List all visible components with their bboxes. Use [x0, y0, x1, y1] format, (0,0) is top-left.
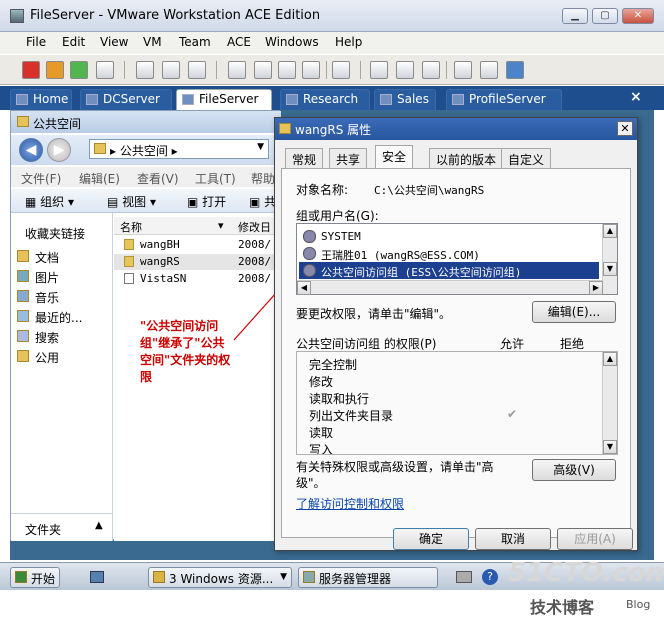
windows-logo-icon — [15, 571, 27, 583]
list-item[interactable]: 王瑞胜01 (wangRS@ESS.COM) — [299, 245, 599, 262]
show-desktop-icon[interactable] — [90, 571, 104, 583]
taskbar-item-label: 服务器管理器 — [319, 572, 392, 586]
object-name-value: C:\公共空间\wangRS — [374, 184, 485, 197]
scroll-down-icon[interactable]: ▼ — [603, 262, 617, 276]
permissions-scrollbar[interactable]: ▲ ▼ — [602, 352, 617, 454]
group-list-scrollbar[interactable]: ▲ ▼ — [602, 224, 617, 294]
allow-header: 允许 — [500, 337, 525, 351]
start-button[interactable]: 开始 — [10, 567, 60, 588]
checkmark-icon: ✔ — [507, 407, 518, 421]
advanced-button[interactable]: 高级(V) — [532, 459, 616, 481]
properties-dialog: wangRS 属性 ✕ 常规 共享 安全 以前的版本 自定义 对象名称: C:\… — [274, 117, 638, 551]
dialog-close-button[interactable]: ✕ — [617, 121, 633, 136]
ok-button[interactable]: 确定 — [393, 528, 469, 550]
user-group-icon — [303, 264, 316, 277]
list-item[interactable]: SYSTEM — [299, 228, 599, 245]
scroll-up-icon[interactable]: ▲ — [603, 224, 617, 238]
folder-icon — [279, 123, 291, 134]
keyboard-icon[interactable] — [456, 571, 472, 583]
advanced-hint: 有关特殊权限或高级设置，请单击"高级"。 — [296, 460, 494, 490]
deny-header: 拒绝 — [560, 337, 585, 351]
dialog-title: wangRS 属性 — [295, 123, 372, 137]
help-icon[interactable]: ? — [482, 569, 498, 585]
user-group-icon — [303, 230, 316, 243]
security-tab-panel: 对象名称: C:\公共空间\wangRS 组或用户名(G): SYSTEM 王瑞… — [281, 168, 631, 538]
cancel-button[interactable]: 取消 — [475, 528, 551, 550]
taskbar-item-label: 3 Windows 资源... — [169, 572, 274, 586]
permissions-header: 公共空间访问组 的权限(P) — [296, 337, 437, 351]
permissions-list: 完全控制 修改 读取和执行 列出文件夹目录 ✔ 读取 写入 ▲ ▼ — [296, 351, 618, 455]
edit-button[interactable]: 编辑(E)... — [532, 301, 616, 323]
group-list-label: 组或用户名(G): — [296, 209, 379, 223]
tab-security[interactable]: 安全 — [375, 145, 414, 169]
taskbar-item-explorer[interactable]: 3 Windows 资源... ▼ — [148, 567, 292, 588]
list-item[interactable]: 公共空间访问组 (ESS\公共空间访问组) — [299, 262, 599, 279]
apply-button[interactable]: 应用(A) — [557, 528, 633, 550]
perm-read-execute: 读取和执行 — [309, 392, 370, 406]
object-name-label: 对象名称: — [296, 183, 349, 197]
start-label: 开始 — [31, 572, 56, 586]
perm-modify: 修改 — [309, 375, 334, 389]
group-name: 公共空间访问组 (ESS\公共空间访问组) — [321, 266, 522, 279]
server-manager-icon — [303, 571, 315, 583]
watermark-blog: Blog — [626, 598, 651, 611]
perm-full-control: 完全控制 — [309, 358, 358, 372]
scroll-up-icon[interactable]: ▲ — [603, 352, 617, 366]
scroll-down-icon[interactable]: ▼ — [603, 440, 617, 454]
watermark-logo: 51CTO.com — [508, 558, 664, 588]
chevron-down-icon: ▼ — [280, 572, 287, 582]
tab-previous-versions[interactable]: 以前的版本 — [429, 148, 504, 168]
access-control-link[interactable]: 了解访问控制和权限 — [296, 495, 404, 512]
folder-icon — [153, 571, 165, 583]
group-list-hscrollbar[interactable]: ◀ ▶ — [297, 280, 603, 295]
edit-hint: 要更改权限，请单击"编辑"。 — [296, 307, 452, 321]
scroll-right-icon[interactable]: ▶ — [589, 281, 603, 295]
dialog-titlebar: wangRS 属性 ✕ — [275, 118, 637, 140]
perm-write: 写入 — [309, 443, 334, 455]
scroll-left-icon[interactable]: ◀ — [297, 281, 311, 295]
group-name: 王瑞胜01 (wangRS@ESS.COM) — [321, 249, 480, 262]
group-user-list[interactable]: SYSTEM 王瑞胜01 (wangRS@ESS.COM) 公共空间访问组 (E… — [296, 223, 618, 295]
tab-customize[interactable]: 自定义 — [501, 148, 552, 168]
perm-read: 读取 — [309, 426, 334, 440]
tab-sharing[interactable]: 共享 — [329, 148, 368, 168]
taskbar-item-server-manager[interactable]: 服务器管理器 — [298, 567, 438, 588]
user-icon — [303, 247, 316, 260]
tab-general[interactable]: 常规 — [285, 148, 324, 168]
perm-list-folder: 列出文件夹目录 — [309, 409, 394, 423]
group-name: SYSTEM — [321, 230, 361, 243]
watermark-subtitle: 技术博客 — [530, 598, 595, 617]
